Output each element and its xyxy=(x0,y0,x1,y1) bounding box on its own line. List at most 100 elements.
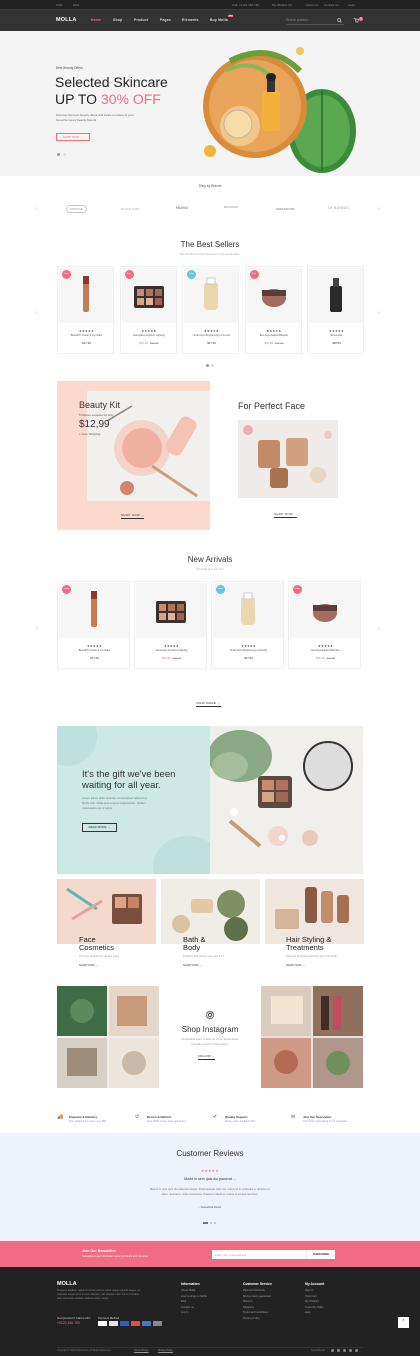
contact-link[interactable]: Contact Us xyxy=(324,3,339,7)
gift-read-more-button[interactable]: READ MORE → xyxy=(82,823,117,832)
bath-body-link[interactable]: SHOP NOW → xyxy=(183,963,202,967)
facebook-icon[interactable] xyxy=(331,1349,334,1352)
newsletter-email-input[interactable]: Enter your email address xyxy=(212,1250,306,1259)
product-name[interactable]: Encounter xyxy=(308,334,365,337)
beauty-kit-shop-button[interactable]: SHOP NOW → xyxy=(121,513,145,519)
nav-elements[interactable]: Elements xyxy=(182,18,199,22)
footer-link[interactable]: My Wishlist xyxy=(305,1300,319,1303)
footer-link[interactable]: About Molla xyxy=(181,1289,195,1292)
brand-logo-2[interactable]: BLACK STAR xyxy=(121,207,139,211)
product-image[interactable] xyxy=(136,583,206,638)
instagram-footer-icon[interactable] xyxy=(343,1349,346,1352)
review-author: - Samantha Wood xyxy=(198,1205,222,1209)
product-card[interactable]: New ★★★★★ Under Eye Brightening Corrector $… xyxy=(211,581,284,669)
currency-select[interactable]: USD xyxy=(56,3,62,7)
footer-link[interactable]: Contact us xyxy=(181,1306,194,1309)
login-link[interactable]: Login xyxy=(348,3,355,7)
hero-shop-button[interactable]: SHOP NOW → xyxy=(56,133,90,141)
youtube-icon[interactable] xyxy=(349,1349,352,1352)
product-card[interactable]: Sale ★★★★★ Benefit® Cheek & Lip Stain $17.9… xyxy=(57,581,130,669)
footer-link[interactable]: Returns xyxy=(243,1300,252,1303)
product-card[interactable]: ★★★★★ Encounter $28.50 xyxy=(307,266,364,354)
footer-link[interactable]: How to shop on Molla xyxy=(181,1295,207,1298)
brand-logo-3[interactable]: HUGO xyxy=(176,205,188,210)
brand-logo-1[interactable]: VINTAGE xyxy=(66,205,87,213)
instagram-grid-right[interactable] xyxy=(261,986,363,1088)
footer-link[interactable]: Privacy Policy xyxy=(243,1317,260,1320)
review-dot-active[interactable] xyxy=(203,1222,208,1224)
nav-product[interactable]: Product xyxy=(134,18,148,22)
footer-link[interactable]: Shipping xyxy=(243,1306,253,1309)
product-name[interactable]: Benefit® Cheek & Lip Stain xyxy=(58,649,131,652)
face-cosmetics-link[interactable]: SHOP NOW → xyxy=(79,963,98,967)
best-sellers-prev-arrow[interactable]: ‹ xyxy=(36,310,38,316)
product-name[interactable]: Eco Eyeshadow Blender xyxy=(246,334,303,337)
product-card[interactable]: Sale ★★★★★ Benefit® Cheek & Lip Stain $17.9… xyxy=(57,266,114,354)
nav-home[interactable]: Home xyxy=(91,18,101,22)
privacy-link[interactable]: Privacy Policy xyxy=(158,1349,173,1352)
product-card[interactable]: New ★★★★★ Under Eye Brightening Corrector $… xyxy=(182,266,239,354)
footer-link[interactable]: Sign In xyxy=(305,1289,313,1292)
product-card[interactable]: Sale ★★★★★ Hourglass Ambient Lighting $15.9… xyxy=(119,266,178,354)
about-link[interactable]: About Us xyxy=(306,3,318,7)
footer-link[interactable]: FAQ xyxy=(181,1300,186,1303)
view-more-button[interactable]: VIEW MORE → xyxy=(196,701,221,707)
product-card[interactable]: Sale ★★★★★ Eco Eyeshadow Blender $15.99 $21.… xyxy=(244,266,303,354)
terms-link[interactable]: Terms Of Use xyxy=(134,1349,149,1352)
product-name[interactable]: Under Eye Brightening Corrector xyxy=(183,334,240,337)
footer-link[interactable]: Track My Order xyxy=(305,1306,324,1309)
footer-link[interactable]: Log in xyxy=(181,1311,188,1314)
search-icon[interactable] xyxy=(337,18,342,23)
review-dot[interactable] xyxy=(214,1222,216,1224)
hero-dot[interactable] xyxy=(63,153,66,156)
brands-prev-arrow[interactable]: ‹ xyxy=(36,206,38,212)
nav-pages[interactable]: Pages xyxy=(160,18,171,22)
product-image[interactable] xyxy=(309,268,363,323)
best-sellers-next-arrow[interactable]: › xyxy=(378,310,380,316)
face-cosmetics-image[interactable] xyxy=(57,879,156,944)
brand-logo-4[interactable]: MOUNTAIN xyxy=(224,206,238,209)
twitter-icon[interactable] xyxy=(337,1349,340,1352)
footer-link[interactable]: Terms and conditions xyxy=(243,1311,268,1314)
perfect-face-image[interactable] xyxy=(238,420,338,498)
wishlist-link[interactable]: My Wishlist (3) xyxy=(272,3,292,7)
footer-link[interactable]: Payment Methods xyxy=(243,1289,265,1292)
product-name[interactable]: Under Eye Brightening Corrector xyxy=(212,649,285,652)
beauty-kit-banner[interactable]: Beauty Kit 5 Deluxe samples for only $12… xyxy=(57,381,210,530)
product-card[interactable]: Sale ★★★★★ Eco Eyeshadow Blender $15.99 $21.… xyxy=(288,581,361,669)
footer-link[interactable]: Money-back guarantee! xyxy=(243,1295,271,1298)
new-arrivals-next-arrow[interactable]: › xyxy=(378,626,380,632)
instagram-follow-button[interactable]: FOLLOW → xyxy=(198,1054,215,1060)
search-input[interactable]: Search product ... xyxy=(286,16,344,25)
carousel-dot-active[interactable] xyxy=(206,364,209,367)
instagram-grid-left[interactable] xyxy=(57,986,159,1088)
footer-logo[interactable]: MOLLA xyxy=(57,1281,77,1287)
nav-shop[interactable]: Shop xyxy=(113,18,122,22)
hair-styling-link[interactable]: SHOP NOW → xyxy=(286,963,305,967)
bath-body-image[interactable] xyxy=(161,879,260,944)
pinterest-icon[interactable] xyxy=(355,1349,358,1352)
product-name[interactable]: Hourglass Ambient Lighting xyxy=(121,334,178,337)
footer-link[interactable]: Help xyxy=(305,1311,311,1314)
product-name[interactable]: Benefit® Cheek & Lip Stain xyxy=(58,334,115,337)
footer-link[interactable]: View Cart xyxy=(305,1295,317,1298)
carousel-dot[interactable] xyxy=(211,364,214,367)
nav-buy[interactable]: Buy Molla xyxy=(210,18,228,22)
product-card[interactable]: ★★★★★ Hourglass Ambient Lighting $15.99 $21… xyxy=(134,581,207,669)
footer-phone[interactable]: +0123 456 789 xyxy=(57,1321,80,1325)
perfect-face-shop-button[interactable]: SHOP NOW → xyxy=(274,512,298,518)
brands-next-arrow[interactable]: › xyxy=(378,206,380,212)
language-select[interactable]: ENG xyxy=(73,3,80,7)
product-name[interactable]: Eco Eyeshadow Blender xyxy=(289,649,362,652)
product-name[interactable]: Hourglass Ambient Lighting xyxy=(135,649,208,652)
logo[interactable]: MOLLA xyxy=(56,17,77,23)
new-arrivals-prev-arrow[interactable]: ‹ xyxy=(36,626,38,632)
review-dot[interactable] xyxy=(210,1222,212,1224)
phone-link[interactable]: Call: +0123 456 789 xyxy=(232,3,259,7)
subscribe-button[interactable]: SUBSCRIBE xyxy=(306,1250,335,1259)
brand-logo-6[interactable]: LE BANNEL xyxy=(328,206,350,210)
instagram-icon[interactable] xyxy=(206,1011,214,1019)
brand-logo-5[interactable]: DRESSROOM xyxy=(276,207,294,211)
hero-dot-active[interactable] xyxy=(57,153,60,156)
scroll-top-button[interactable]: ⌃ xyxy=(398,1317,409,1328)
